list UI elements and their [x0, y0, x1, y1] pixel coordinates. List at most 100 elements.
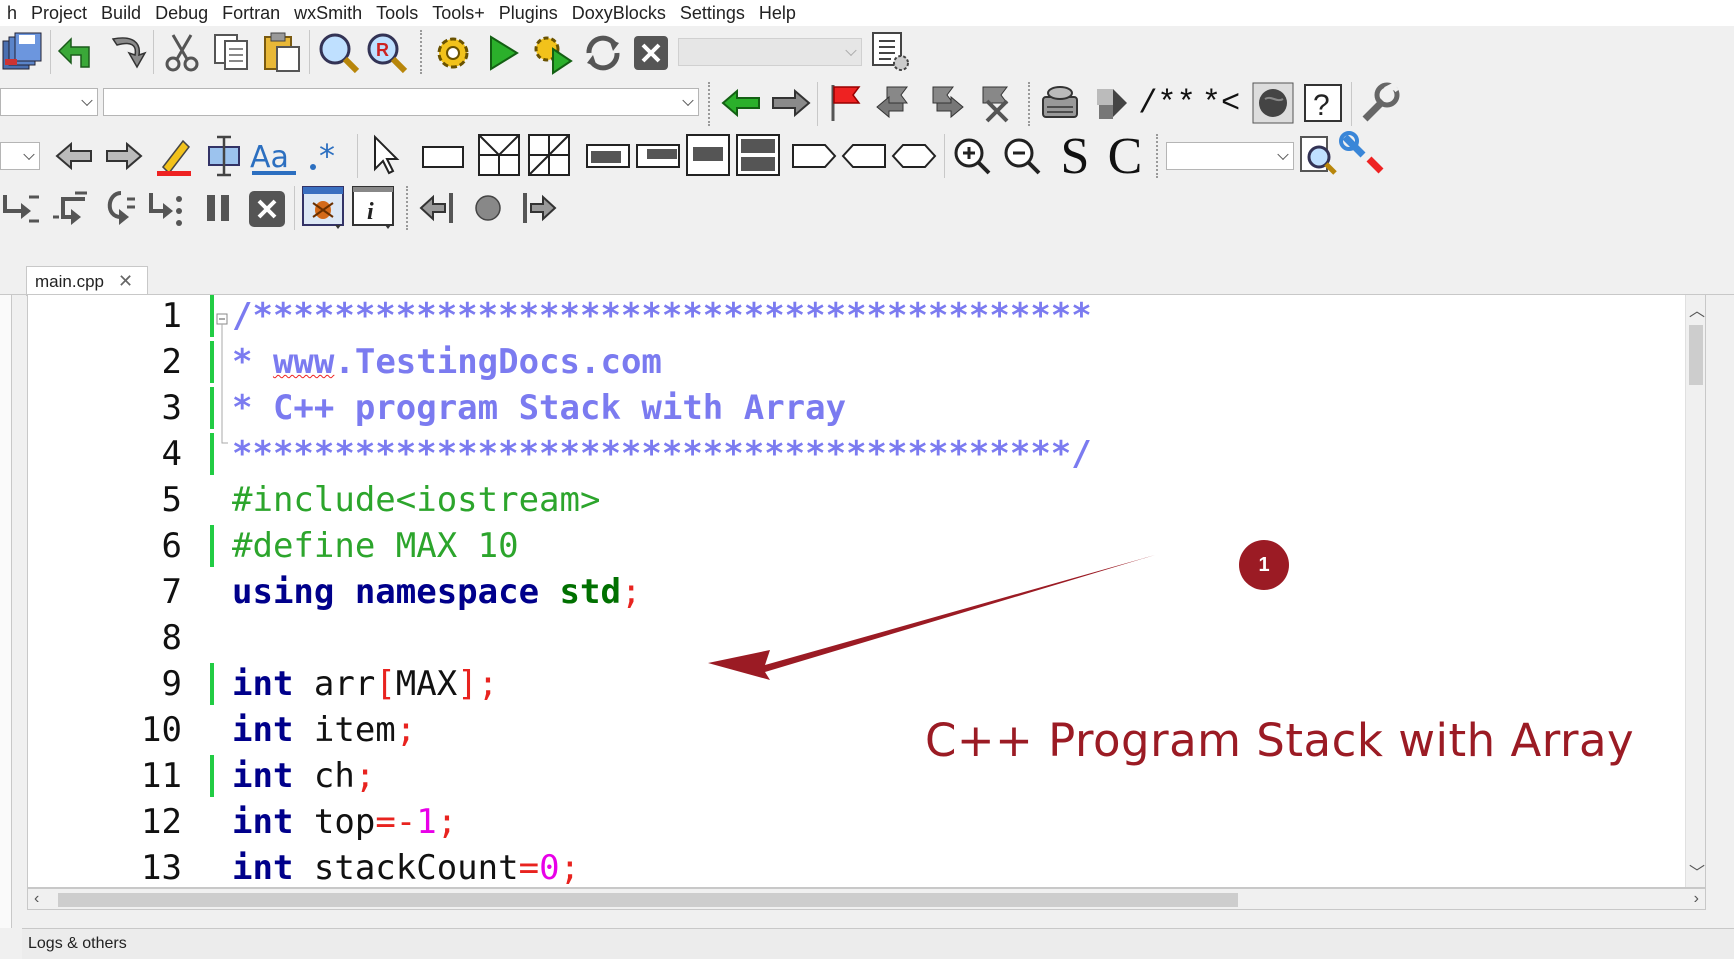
doxy-config-icon[interactable]	[1356, 80, 1402, 126]
menu-item-tools-[interactable]: Tools+	[425, 3, 492, 24]
code-line[interactable]: ****************************************…	[232, 431, 1092, 477]
replace-icon[interactable]: R	[364, 30, 410, 76]
select-target-icon[interactable]	[868, 28, 914, 76]
resize-icon[interactable]	[202, 134, 246, 178]
next-bookmark-icon[interactable]	[922, 80, 968, 126]
scroll-down-icon[interactable]: ﹀	[1689, 859, 1705, 883]
shape-block-1-icon[interactable]	[584, 134, 632, 178]
logs-panel-header[interactable]: Logs & others	[22, 928, 1734, 959]
code-line[interactable]: #define MAX 10	[232, 523, 519, 569]
shape-block-2-icon[interactable]	[634, 134, 682, 178]
menu-item-wxsmith[interactable]: wxSmith	[287, 3, 369, 24]
doxywizard-icon[interactable]	[1036, 80, 1086, 126]
menu-item-h[interactable]: h	[0, 3, 24, 24]
extract-docs-icon[interactable]	[1090, 80, 1136, 126]
menu-item-build[interactable]: Build	[94, 3, 148, 24]
menu-item-settings[interactable]: Settings	[673, 3, 752, 24]
shape-hexagon-icon[interactable]	[890, 134, 938, 178]
rebuild-icon[interactable]	[580, 30, 626, 76]
code-line[interactable]: * C++ program Stack with Array	[232, 385, 846, 431]
code-line[interactable]: /***************************************…	[232, 295, 1092, 339]
shape-split-diag-icon[interactable]	[526, 132, 572, 178]
shape-block-3-icon[interactable]	[684, 132, 732, 178]
scroll-right-icon[interactable]: ›	[1694, 890, 1699, 908]
find-icon[interactable]	[316, 30, 362, 76]
step-forward-icon[interactable]	[516, 186, 560, 230]
menu-item-fortran[interactable]: Fortran	[215, 3, 287, 24]
code-line[interactable]: using namespace std;	[232, 569, 641, 615]
undo-icon[interactable]	[56, 30, 100, 74]
font-icon[interactable]: Aa	[250, 134, 298, 178]
toggle-bookmark-icon[interactable]	[822, 80, 868, 126]
fold-marker-icon[interactable]	[216, 313, 228, 447]
select-pointer-icon[interactable]	[364, 132, 408, 178]
debug-step-into-icon[interactable]	[48, 186, 92, 230]
debug-windows-icon[interactable]	[300, 184, 348, 232]
debug-next-line-icon[interactable]	[0, 186, 44, 230]
run-icon[interactable]	[480, 30, 526, 76]
horizontal-scrollbar[interactable]: ‹ ›	[27, 888, 1706, 910]
jump-forward-icon[interactable]	[768, 80, 814, 126]
debug-info-icon[interactable]: i	[350, 184, 398, 232]
vertical-scrollbar[interactable]: ︿ ﹀	[1685, 295, 1705, 887]
highlight-pen-icon[interactable]	[152, 134, 196, 178]
prev-bookmark-icon[interactable]	[872, 80, 918, 126]
zoom-out-icon[interactable]	[1000, 134, 1044, 178]
debug-next-instruction-icon[interactable]	[144, 186, 188, 230]
cut-icon[interactable]	[160, 30, 204, 74]
build-icon[interactable]	[430, 30, 476, 76]
save-all-icon[interactable]	[0, 30, 46, 76]
search-c-button[interactable]: C	[1102, 128, 1148, 185]
doxy-line-comment-button[interactable]: *<	[1196, 82, 1246, 124]
scroll-left-icon[interactable]: ‹	[34, 890, 39, 908]
code-line[interactable]: int stackCount=0;	[232, 845, 580, 887]
doxy-block-comment-button[interactable]: /**	[1138, 82, 1196, 124]
debug-step-out-icon[interactable]	[96, 186, 140, 230]
step-back-icon[interactable]	[416, 186, 460, 230]
help-icon[interactable]: ?	[1300, 80, 1346, 126]
menu-item-debug[interactable]: Debug	[148, 3, 215, 24]
horizontal-scroll-thumb[interactable]	[58, 893, 1238, 907]
forward-arrow-icon[interactable]	[102, 134, 146, 178]
menu-item-project[interactable]: Project	[24, 3, 94, 24]
build-and-run-icon[interactable]	[530, 30, 576, 76]
vertical-scroll-thumb[interactable]	[1689, 325, 1703, 385]
code-editor[interactable]: 1 2 3 4 5 6 7 8 9 10 11 12 13 /*********************…	[27, 294, 1706, 888]
zoom-select[interactable]	[0, 142, 40, 170]
shape-arrow-left-icon[interactable]	[840, 134, 888, 178]
code-line[interactable]: * www.TestingDocs.com	[232, 339, 662, 385]
clear-bookmarks-icon[interactable]	[972, 80, 1018, 126]
menu-item-plugins[interactable]: Plugins	[492, 3, 565, 24]
code-text-area[interactable]: /***************************************…	[232, 295, 1685, 887]
code-line[interactable]: #include<iostream>	[232, 477, 600, 523]
back-arrow-icon[interactable]	[52, 134, 96, 178]
search-s-button[interactable]: S	[1052, 128, 1098, 185]
scope-select[interactable]	[0, 88, 98, 116]
scroll-up-icon[interactable]: ︿	[1689, 297, 1705, 321]
breakpoint-icon[interactable]	[466, 186, 510, 230]
debug-stop-icon[interactable]	[246, 188, 288, 230]
asterisk-icon[interactable]: *	[302, 134, 346, 178]
paste-icon[interactable]	[260, 30, 304, 74]
debug-pause-icon[interactable]	[196, 186, 240, 230]
shape-block-4-icon[interactable]	[734, 132, 782, 178]
run-html-icon[interactable]	[1250, 80, 1296, 126]
redo-icon[interactable]	[106, 30, 150, 74]
abort-icon[interactable]	[630, 32, 672, 74]
code-line[interactable]: int item;	[232, 707, 416, 753]
menu-item-doxyblocks[interactable]: DoxyBlocks	[565, 3, 673, 24]
zoom-in-icon[interactable]	[950, 134, 994, 178]
shape-rectangle-icon[interactable]	[418, 134, 468, 178]
search-doc-icon[interactable]	[1296, 134, 1340, 178]
function-select[interactable]	[103, 88, 699, 116]
settings-wrench-icon[interactable]	[1338, 130, 1386, 178]
shape-split-v-icon[interactable]	[476, 132, 522, 178]
shape-arrow-right-icon[interactable]	[790, 134, 838, 178]
tab-main-cpp[interactable]: main.cpp ✕	[26, 266, 148, 296]
menu-item-help[interactable]: Help	[752, 3, 803, 24]
search-scope-select[interactable]	[1166, 142, 1294, 170]
code-line[interactable]: int top=-1;	[232, 799, 457, 845]
code-line[interactable]: int ch;	[232, 753, 375, 799]
code-line[interactable]: int arr[MAX];	[232, 661, 498, 707]
menu-item-tools[interactable]: Tools	[369, 3, 425, 24]
